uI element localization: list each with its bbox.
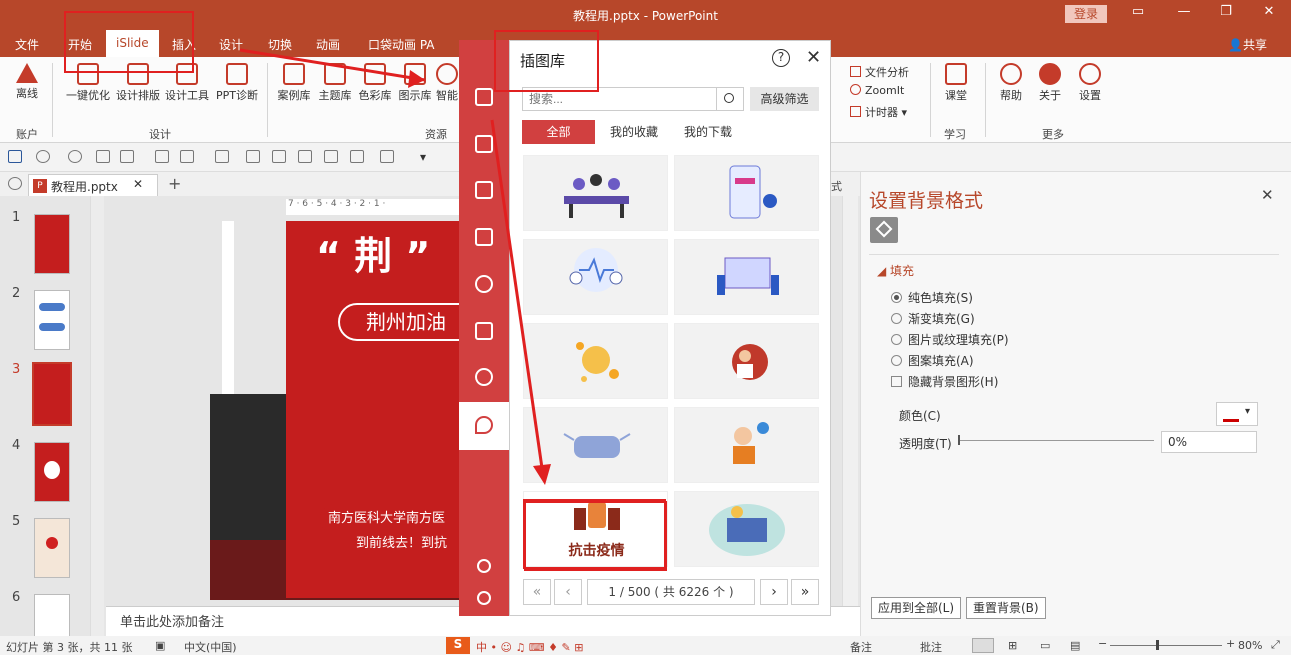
arrow-head bbox=[408, 70, 425, 88]
arrow-line bbox=[239, 48, 426, 82]
arrow-head bbox=[533, 464, 551, 485]
annotation-arrows bbox=[239, 48, 551, 485]
arrow-line bbox=[490, 119, 544, 469]
